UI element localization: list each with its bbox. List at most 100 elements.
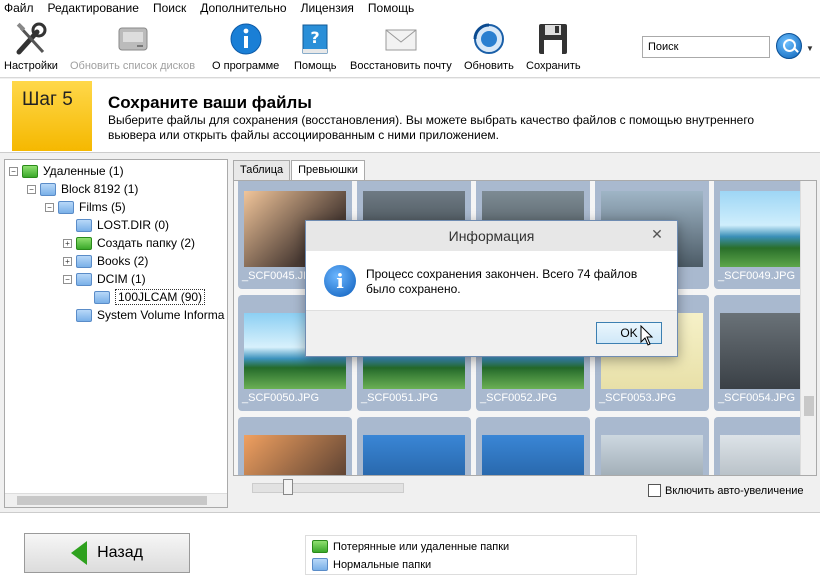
- tree-item[interactable]: + Books (2): [63, 252, 148, 270]
- refresh-disks-label: Обновить список дисков: [70, 60, 196, 72]
- tree-item[interactable]: LOST.DIR (0): [63, 216, 169, 234]
- auto-zoom-checkbox[interactable]: Включить авто-увеличение: [648, 484, 804, 497]
- legend-normal-label: Нормальные папки: [333, 558, 432, 571]
- checkbox-box[interactable]: [648, 484, 661, 497]
- bottom-bar: Назад Потерянные или удаленные папки Нор…: [0, 512, 820, 588]
- tree-item[interactable]: − Удаленные (1): [9, 162, 124, 180]
- thumbnail-item[interactable]: [476, 417, 590, 475]
- thumbnail-label: _SCF0051.JPG: [361, 392, 439, 404]
- zoom-slider-handle[interactable]: [283, 479, 293, 495]
- blue-folder-icon: [58, 200, 74, 214]
- legend-lost: Потерянные или удаленные папки: [312, 540, 509, 553]
- search-input[interactable]: [642, 36, 770, 58]
- help-button[interactable]: ? Помощь: [294, 22, 337, 72]
- thumbnail-label: _SCF0052.JPG: [480, 392, 558, 404]
- green-folder-icon: [76, 236, 92, 250]
- tree-horizontal-scrollbar[interactable]: [5, 493, 227, 507]
- legend-normal: Нормальные папки: [312, 558, 431, 571]
- thumbnail-item[interactable]: [357, 417, 471, 475]
- settings-button[interactable]: Настройки: [4, 22, 58, 72]
- tree-item[interactable]: System Volume Informa: [63, 306, 224, 324]
- collapse-icon[interactable]: −: [63, 274, 72, 284]
- update-label: Обновить: [464, 60, 514, 72]
- tree-item[interactable]: − DCIM (1): [63, 270, 146, 288]
- menu-license[interactable]: Лицензия: [301, 1, 354, 15]
- view-tabs: Таблица Превьюшки: [233, 160, 366, 181]
- zoom-slider-track[interactable]: [252, 483, 404, 493]
- thumbnail-image: [244, 435, 346, 475]
- help-book-icon: ?: [297, 22, 333, 56]
- tree-item-label: Films (5): [79, 200, 126, 214]
- tree-item-label: LOST.DIR (0): [97, 218, 170, 232]
- save-button[interactable]: Сохранить: [526, 22, 581, 72]
- floppy-disk-icon: [535, 22, 571, 56]
- legend-lost-label: Потерянные или удаленные папки: [333, 540, 510, 553]
- tree-item-label: DCIM (1): [97, 272, 146, 286]
- blue-folder-icon: [40, 182, 56, 196]
- tree-item[interactable]: 100JLCAM (90): [81, 288, 206, 306]
- search-icon[interactable]: [776, 33, 802, 59]
- update-globe-icon: [471, 22, 507, 56]
- back-button[interactable]: Назад: [24, 533, 190, 573]
- thumbnail-label: _SCF0054.JPG: [718, 392, 796, 404]
- thumbnail-vertical-scrollbar[interactable]: [800, 181, 816, 475]
- info-icon: [228, 22, 264, 56]
- thumbnail-label: _SCF0049.JPG: [718, 270, 796, 282]
- refresh-disks-button[interactable]: Обновить список дисков: [70, 22, 195, 72]
- green-folder-icon: [312, 540, 328, 553]
- tree-item[interactable]: + Создать папку (2): [63, 234, 195, 252]
- update-button[interactable]: Обновить: [464, 22, 514, 72]
- dialog-message: Процесс сохранения закончен. Всего 74 фа…: [366, 267, 638, 296]
- blue-folder-icon: [76, 254, 92, 268]
- menu-file[interactable]: Файл: [4, 1, 34, 15]
- step-title: Сохраните ваши файлы: [108, 93, 312, 112]
- tree-item-label: Books (2): [97, 254, 149, 268]
- thumbnail-image: [482, 435, 584, 475]
- svg-text:?: ?: [311, 28, 320, 47]
- about-button[interactable]: О программе: [212, 22, 279, 72]
- blue-folder-icon: [76, 272, 92, 286]
- dialog-footer: OK: [306, 310, 677, 356]
- step-header: Шаг 5 Сохраните ваши файлы Выберите файл…: [0, 79, 820, 153]
- tree-item[interactable]: − Block 8192 (1): [27, 180, 138, 198]
- wrench-screwdriver-icon: [13, 22, 49, 56]
- blue-folder-icon: [76, 308, 92, 322]
- thumbnail-item[interactable]: [595, 417, 709, 475]
- step-description: Выберите файлы для сохранения (восстанов…: [108, 113, 755, 142]
- back-arrow-icon: [71, 541, 88, 565]
- expand-icon[interactable]: +: [63, 256, 72, 266]
- close-icon[interactable]: ✕: [643, 224, 671, 244]
- settings-label: Настройки: [4, 60, 58, 72]
- toolbar: Настройки Обновить список дисков О прогр…: [0, 16, 820, 78]
- chevron-down-icon[interactable]: ▼: [806, 44, 814, 53]
- menu-edit[interactable]: Редактирование: [48, 1, 139, 15]
- tab-thumbnails[interactable]: Превьюшки: [291, 160, 365, 181]
- thumbnail-item[interactable]: [238, 417, 352, 475]
- envelope-icon: [383, 22, 419, 56]
- info-icon: i: [324, 265, 356, 297]
- tab-table[interactable]: Таблица: [233, 160, 291, 180]
- tree-item[interactable]: − Films (5): [45, 198, 126, 216]
- restore-mail-label: Восстановить почту: [350, 60, 452, 72]
- auto-zoom-label: Включить авто-увеличение: [665, 484, 804, 497]
- info-dialog: Информация ✕ i Процесс сохранения законч…: [305, 220, 678, 357]
- collapse-icon[interactable]: −: [45, 202, 54, 212]
- restore-mail-button[interactable]: Восстановить почту: [350, 22, 452, 72]
- collapse-icon[interactable]: −: [9, 166, 18, 176]
- folder-tree: − Удаленные (1) − Block 8192 (1) − Films (5) L…: [4, 159, 228, 508]
- tree-item-label: Создать папку (2): [97, 236, 195, 250]
- menu-advanced[interactable]: Дополнительно: [200, 1, 286, 15]
- thumbnail-label: _SCF0053.JPG: [599, 392, 677, 404]
- back-label: Назад: [97, 544, 143, 561]
- collapse-icon[interactable]: −: [27, 184, 36, 194]
- help-label: Помощь: [294, 60, 337, 72]
- tree-item-label: System Volume Informa: [97, 308, 225, 322]
- menu-search[interactable]: Поиск: [153, 1, 186, 15]
- menu-help[interactable]: Помощь: [368, 1, 414, 15]
- dialog-title: Информация: [306, 221, 677, 251]
- expand-icon[interactable]: +: [63, 238, 72, 248]
- blue-folder-icon: [76, 218, 92, 232]
- thumbnail-image: [363, 435, 465, 475]
- folder-legend: Потерянные или удаленные папки Нормальны…: [305, 535, 637, 575]
- blue-folder-icon: [94, 290, 110, 304]
